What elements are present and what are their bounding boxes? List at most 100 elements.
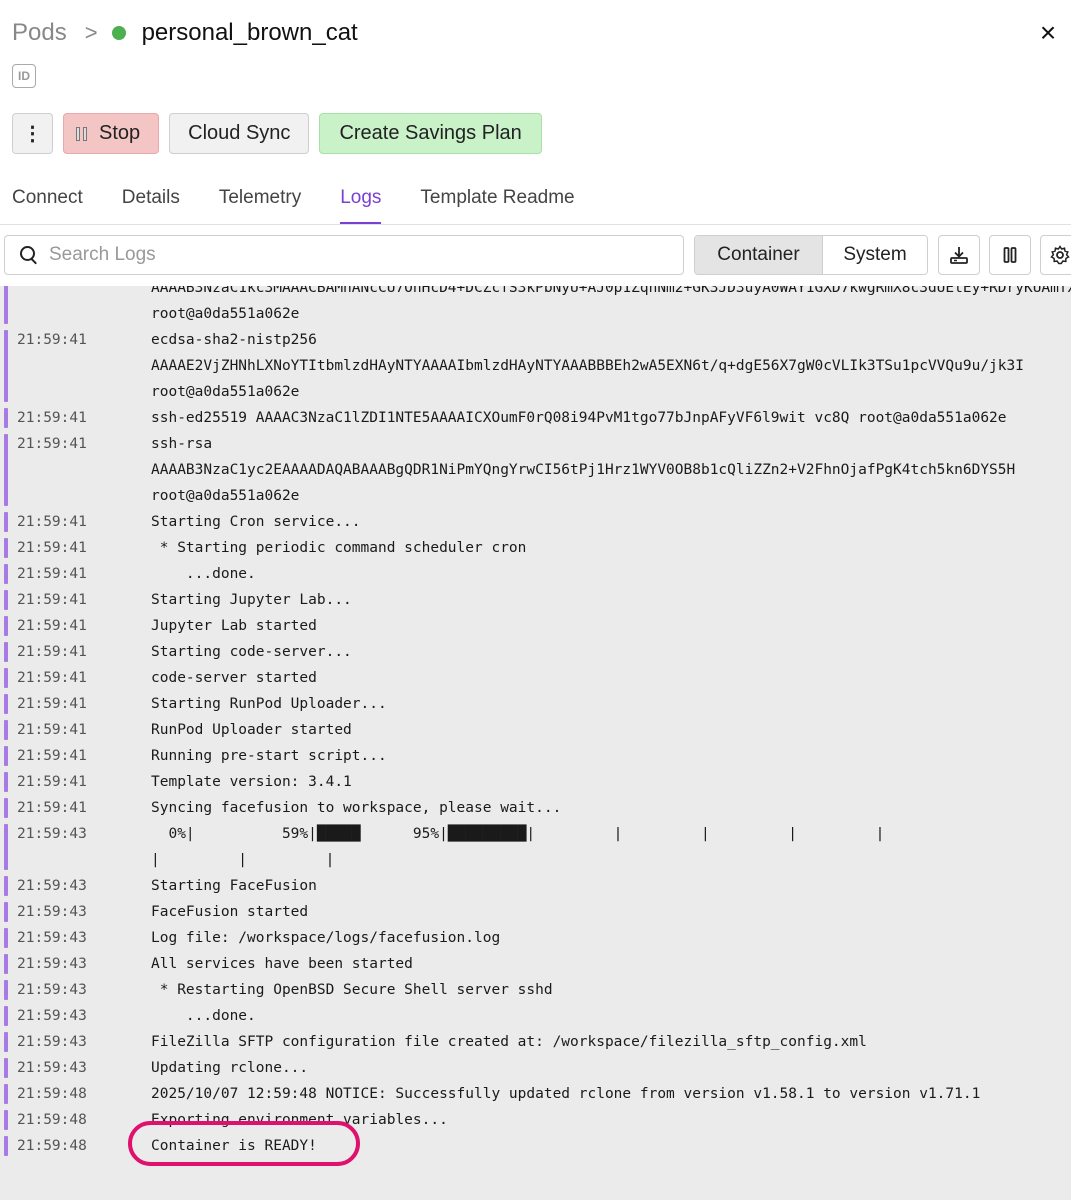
log-timestamp-text: 21:59:41 <box>17 410 87 426</box>
pause-logs-button[interactable] <box>989 235 1031 275</box>
log-timestamp-text: 21:59:41 <box>17 722 87 738</box>
log-timestamp: 21:59:41 <box>0 587 151 613</box>
log-message-line: * Restarting OpenBSD Secure Shell server… <box>151 982 553 998</box>
stop-button[interactable]: Stop <box>63 113 160 154</box>
cloud-sync-button[interactable]: Cloud Sync <box>169 113 310 154</box>
tab-telemetry[interactable]: Telemetry <box>219 182 301 225</box>
log-message: AAAAB3NzaC1kc3MAAACBAMhANcCU7OhHcD4+DCZc… <box>151 286 1071 327</box>
log-timestamp-text: 21:59:43 <box>17 982 87 998</box>
log-message-line: ...done. <box>151 566 256 582</box>
log-message: 0%| 59%|█████ 95%|█████████| | | | | | | … <box>151 821 1071 873</box>
log-timestamp-text: 21:59:48 <box>17 1138 87 1154</box>
log-message: ssh-rsa AAAAB3NzaC1yc2EAAAADAQABAAABgQDR1… <box>151 431 1071 509</box>
log-output[interactable]: AAAAB3NzaC1kc3MAAACBAMhANcCU7OhHcD4+DCZc… <box>0 286 1071 1200</box>
log-search-box <box>4 235 684 275</box>
create-savings-plan-button[interactable]: Create Savings Plan <box>319 113 542 154</box>
more-menu-button[interactable]: ⋮ <box>12 113 53 154</box>
status-dot <box>111 26 126 40</box>
log-message-line: 0%| 59%|█████ 95%|█████████| | | | | <box>151 826 885 842</box>
system-logs-button[interactable]: System <box>823 236 927 274</box>
log-timestamp: 21:59:48 <box>0 1107 151 1133</box>
log-message: FileZilla SFTP configuration file create… <box>151 1029 1071 1055</box>
id-badge-icon[interactable]: ID <box>12 64 36 88</box>
log-timestamp-text: 21:59:41 <box>17 644 87 660</box>
log-row: 21:59:43 ...done. <box>0 1003 1071 1029</box>
log-timestamp-text: 21:59:41 <box>17 540 87 556</box>
log-timestamp-text: 21:59:41 <box>17 592 87 608</box>
log-message-line: FaceFusion started <box>151 904 309 920</box>
log-message: Log file: /workspace/logs/facefusion.log <box>151 925 1071 951</box>
log-timestamp-text: 21:59:43 <box>17 1060 87 1076</box>
tab-logs[interactable]: Logs <box>340 182 382 225</box>
log-timestamp-text: 21:59:43 <box>17 930 87 946</box>
search-logs-input[interactable] <box>49 244 649 266</box>
log-row: 21:59:41 Syncing facefusion to workspace,… <box>0 795 1071 821</box>
pod-toolbar: ⋮ Stop Cloud Sync Create Savings Plan <box>12 113 542 154</box>
log-message-line: ...done. <box>151 1008 256 1024</box>
log-timestamp-text: 21:59:43 <box>17 878 87 894</box>
log-timestamp: 21:59:48 <box>0 1081 151 1107</box>
log-timestamp: 21:59:43 <box>0 821 151 873</box>
log-message: Starting Cron service... <box>151 509 1071 535</box>
log-row: 21:59:48 2025/10/07 12:59:48 NOTICE: Succ… <box>0 1081 1071 1107</box>
log-message-line: Starting Cron service... <box>151 514 361 530</box>
tab-bar: Connect Details Telemetry Logs Template … <box>12 182 575 225</box>
tab-details[interactable]: Details <box>122 182 180 225</box>
log-timestamp-text: 21:59:48 <box>17 1112 87 1128</box>
log-timestamp: 21:59:41 <box>0 431 151 509</box>
log-row: 21:59:43 Updating rclone... <box>0 1055 1071 1081</box>
log-row: 21:59:48 Container is READY! <box>0 1133 1071 1159</box>
log-message-line: Starting FaceFusion <box>151 878 317 894</box>
log-timestamp-text: 21:59:41 <box>17 774 87 790</box>
log-timestamp-text: 21:59:41 <box>17 748 87 764</box>
log-message-line: Running pre-start script... <box>151 748 387 764</box>
log-timestamp: 21:59:41 <box>0 509 151 535</box>
breadcrumb: Pods > personal_brown_cat <box>12 16 358 50</box>
log-message-line: AAAAB3NzaC1yc2EAAAADAQABAAABgQDR1NiPmYQn… <box>151 462 1016 478</box>
log-source-toggle: Container System <box>694 235 928 275</box>
log-message-line: Starting Jupyter Lab... <box>151 592 352 608</box>
log-row: 21:59:41 code-server started <box>0 665 1071 691</box>
log-message-line: ssh-rsa <box>151 436 213 452</box>
log-timestamp: 21:59:43 <box>0 925 151 951</box>
breadcrumb-pods-link[interactable]: Pods <box>12 19 67 47</box>
log-timestamp-text: 21:59:41 <box>17 332 87 348</box>
log-row: 21:59:43 0%| 59%|█████ 95%|█████████| | … <box>0 821 1071 873</box>
log-message: 2025/10/07 12:59:48 NOTICE: Successfully… <box>151 1081 1071 1107</box>
close-icon[interactable]: × <box>1035 18 1061 48</box>
tab-template-readme[interactable]: Template Readme <box>420 182 574 225</box>
log-message-line: FileZilla SFTP configuration file create… <box>151 1034 867 1050</box>
log-message-line: Updating rclone... <box>151 1060 309 1076</box>
log-message: * Starting periodic command scheduler cr… <box>151 535 1071 561</box>
log-timestamp: 21:59:41 <box>0 769 151 795</box>
log-timestamp-text: 21:59:41 <box>17 566 87 582</box>
log-message: Container is READY! <box>151 1133 1071 1159</box>
log-settings-button[interactable] <box>1040 235 1071 275</box>
log-message-line: root@a0da551a062e <box>151 306 300 322</box>
log-timestamp: 21:59:41 <box>0 691 151 717</box>
log-timestamp: 21:59:43 <box>0 1055 151 1081</box>
page-title: personal_brown_cat <box>141 19 358 46</box>
gear-icon <box>1050 245 1070 265</box>
log-timestamp-text: 21:59:43 <box>17 956 87 972</box>
pod-header: Pods > personal_brown_cat × ID ⋮ Stop Cl… <box>0 0 1071 225</box>
log-row: 21:59:41 ...done. <box>0 561 1071 587</box>
log-row: 21:59:41 Starting code-server... <box>0 639 1071 665</box>
log-row: 21:59:43 Log file: /workspace/logs/facefu… <box>0 925 1071 951</box>
log-timestamp-text: 21:59:41 <box>17 800 87 816</box>
container-logs-button[interactable]: Container <box>695 236 823 274</box>
log-timestamp <box>0 286 151 327</box>
log-row: 21:59:43 FileZilla SFTP configuration fil… <box>0 1029 1071 1055</box>
log-message-line: Container is READY! <box>151 1138 317 1154</box>
log-row: AAAAB3NzaC1kc3MAAACBAMhANcCU7OhHcD4+DCZc… <box>0 286 1071 327</box>
log-message: Exporting environment variables... <box>151 1107 1071 1133</box>
log-timestamp: 21:59:43 <box>0 899 151 925</box>
log-timestamp: 21:59:41 <box>0 743 151 769</box>
download-logs-button[interactable] <box>938 235 980 275</box>
tab-connect[interactable]: Connect <box>12 182 83 225</box>
log-message-line: Starting RunPod Uploader... <box>151 696 387 712</box>
log-timestamp-text: 21:59:41 <box>17 514 87 530</box>
log-timestamp: 21:59:41 <box>0 535 151 561</box>
log-message-line: | | | <box>151 852 335 868</box>
log-message-line: root@a0da551a062e <box>151 384 300 400</box>
